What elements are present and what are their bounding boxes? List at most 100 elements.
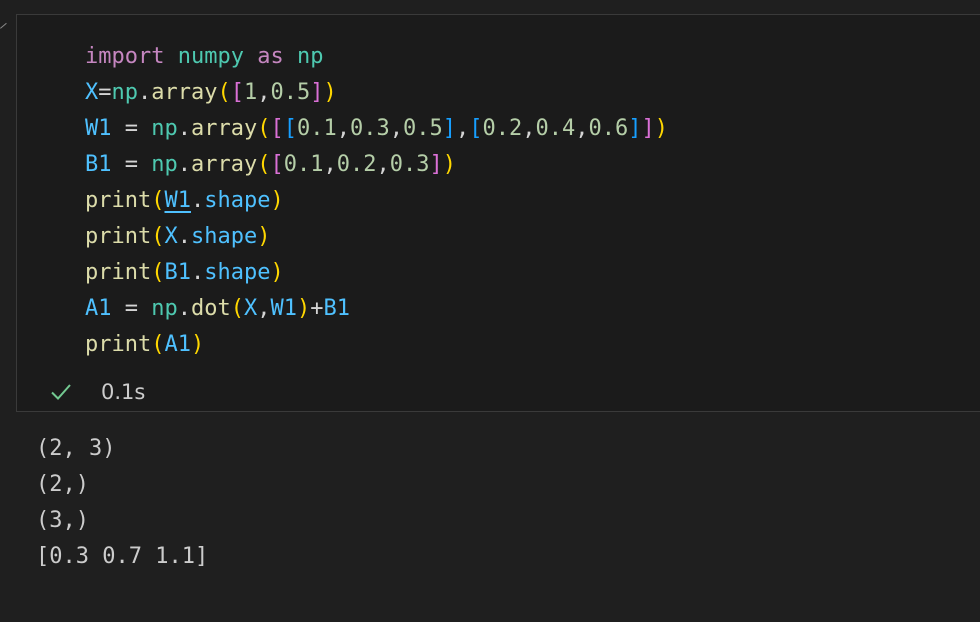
code-token: shape	[204, 260, 271, 285]
code-token: import	[85, 44, 165, 69]
code-token: W1	[270, 296, 298, 321]
code-line[interactable]: print(W1.shape)	[85, 183, 668, 219]
code-token: dot	[191, 296, 231, 321]
code-token: ,	[455, 116, 470, 141]
code-token: array	[191, 152, 258, 177]
code-line[interactable]: import numpy as np	[85, 39, 668, 75]
code-token: W1	[164, 188, 191, 213]
code-token: .	[190, 260, 205, 285]
code-token: (	[257, 152, 271, 177]
code-token: ,	[257, 80, 271, 105]
code-token: ,	[376, 152, 390, 177]
code-token: (	[151, 332, 165, 357]
code-token: ,	[336, 116, 350, 141]
execution-status: 0.1s	[49, 377, 145, 407]
code-token: W1	[85, 116, 112, 141]
code-token: ]	[442, 116, 456, 141]
code-token: A1	[164, 332, 191, 357]
code-token: print	[85, 332, 152, 357]
code-token: B1	[323, 296, 351, 321]
code-line[interactable]: B1 = np.array([0.1,0.2,0.3])	[85, 147, 668, 183]
code-token: print	[85, 224, 152, 249]
code-token: ,	[323, 152, 337, 177]
code-token: )	[297, 296, 311, 321]
code-token: )	[257, 224, 271, 249]
code-token: 1	[243, 80, 258, 105]
code-token: np	[151, 116, 178, 141]
code-token: 0.2	[482, 116, 523, 141]
code-token: print	[85, 260, 152, 285]
code-token: np	[151, 152, 178, 177]
code-line[interactable]: X=np.array([1,0.5])	[85, 75, 668, 111]
code-token: X	[164, 224, 178, 249]
output-line: (2, 3)	[36, 436, 116, 461]
code-token: [	[270, 152, 284, 177]
code-token: print	[85, 188, 152, 213]
code-token: array	[151, 80, 218, 105]
code-token: =	[111, 116, 152, 141]
code-token: ]	[628, 116, 642, 141]
code-line[interactable]: W1 = np.array([[0.1,0.3,0.5],[0.2,0.4,0.…	[85, 111, 668, 147]
code-token: (	[151, 260, 165, 285]
code-token: )	[270, 188, 284, 213]
code-line[interactable]: A1 = np.dot(X,W1)+B1	[85, 291, 668, 327]
code-token: .	[177, 116, 191, 141]
code-token: [	[230, 80, 244, 105]
cell-output: (2, 3) (2,) (3,) [0.3 0.7 1.1]	[36, 431, 208, 575]
code-token: np	[111, 80, 139, 105]
code-token: 0.5	[270, 80, 311, 105]
output-line: (2,)	[36, 472, 89, 497]
code-token: B1	[164, 260, 191, 285]
code-token: )	[323, 80, 337, 105]
code-token: array	[191, 116, 258, 141]
code-token: ]	[641, 116, 655, 141]
code-token: ,	[575, 116, 589, 141]
code-token: =	[98, 80, 112, 105]
code-token: .	[190, 188, 205, 213]
code-token: X	[244, 296, 258, 321]
code-token: 0.3	[389, 152, 430, 177]
code-token: ]	[429, 152, 443, 177]
code-token: numpy	[177, 44, 244, 69]
code-token: =	[111, 296, 152, 321]
code-token: (	[257, 116, 271, 141]
code-token: X	[85, 80, 99, 105]
code-token: 0.4	[535, 116, 576, 141]
code-line[interactable]: print(B1.shape)	[85, 255, 668, 291]
code-token: 0.2	[336, 152, 377, 177]
code-token: .	[177, 224, 191, 249]
code-token: .	[138, 80, 152, 105]
code-token: shape	[204, 188, 271, 213]
code-token: ,	[257, 296, 271, 321]
code-token: [	[469, 116, 483, 141]
code-token: (	[217, 80, 231, 105]
code-token: )	[442, 152, 456, 177]
code-token: 0.3	[349, 116, 390, 141]
output-line: [0.3 0.7 1.1]	[36, 544, 209, 569]
code-token: np	[151, 296, 178, 321]
code-token: (	[151, 188, 165, 213]
code-token: shape	[190, 224, 258, 249]
code-line[interactable]: print(A1)	[85, 327, 668, 363]
code-token: (	[151, 224, 165, 249]
check-icon	[51, 384, 71, 400]
code-token: (	[230, 296, 244, 321]
code-token: 0.1	[283, 152, 324, 177]
code-token: 0.5	[402, 116, 443, 141]
code-token: ,	[389, 116, 403, 141]
code-line[interactable]: print(X.shape)	[85, 219, 668, 255]
code-token: +	[310, 296, 324, 321]
code-token: [	[283, 116, 297, 141]
code-token: [	[270, 116, 284, 141]
code-cell[interactable]: import numpy as np X=np.array([1,0.5]) W1 …	[16, 14, 980, 412]
cell-collapse-marker[interactable]	[0, 22, 12, 35]
code-editor[interactable]: import numpy as np X=np.array([1,0.5]) W1 …	[85, 39, 668, 363]
code-token: .	[177, 296, 191, 321]
code-token: as	[257, 44, 284, 69]
output-line: (3,)	[36, 508, 89, 533]
code-token: B1	[85, 152, 112, 177]
code-token: 0.6	[588, 116, 629, 141]
